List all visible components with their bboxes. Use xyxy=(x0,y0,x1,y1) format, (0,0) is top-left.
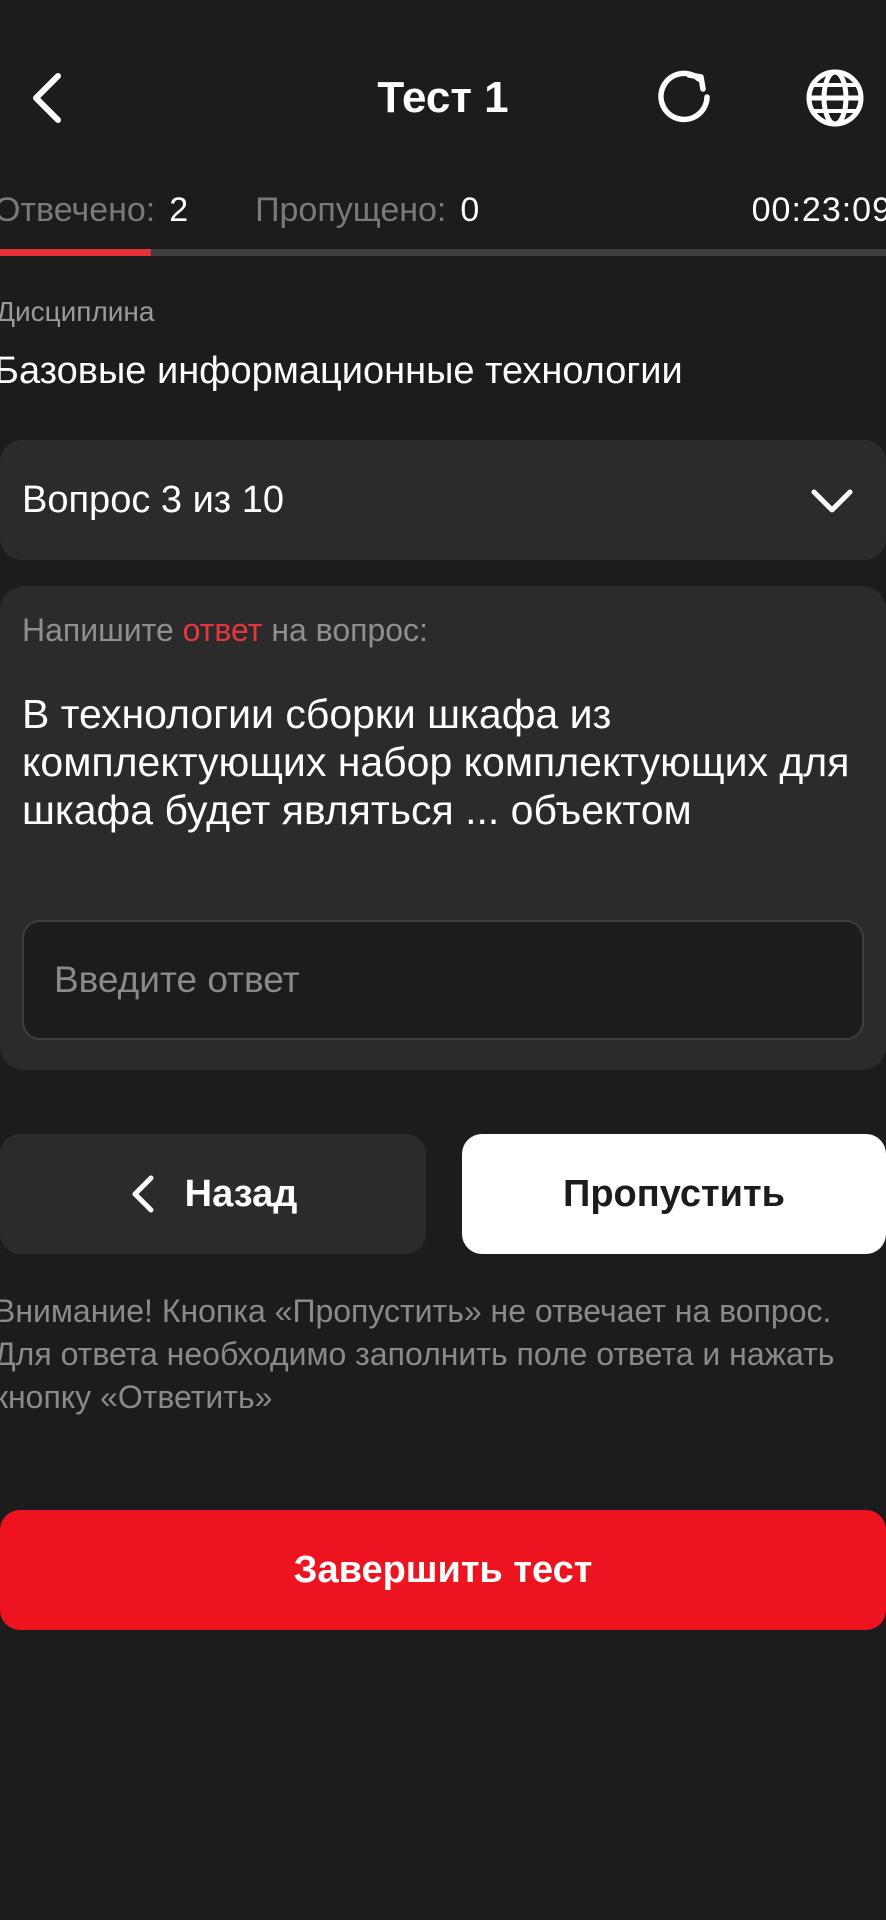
finish-test-button[interactable]: Завершить тест xyxy=(0,1510,886,1630)
answered-label: Отвечено: xyxy=(0,191,156,229)
timer: 00:23:09 xyxy=(751,191,886,229)
question-number: Вопрос 3 из 10 xyxy=(22,479,285,521)
progress-bar xyxy=(0,249,886,256)
chevron-down-icon xyxy=(811,489,853,513)
skip-button[interactable]: Пропустить xyxy=(462,1134,886,1254)
back-button-label: Назад xyxy=(184,1172,298,1215)
globe-icon xyxy=(806,69,864,127)
discipline-label: Дисциплина xyxy=(0,296,155,327)
language-button[interactable] xyxy=(799,62,871,134)
skipped-label: Пропущено: xyxy=(255,191,447,229)
prompt-accent: ответ xyxy=(182,612,263,648)
skipped-count: 0 xyxy=(460,191,480,229)
prompt-text: Напишите xyxy=(22,612,183,648)
page-title: Тест 1 xyxy=(377,73,509,122)
progress-stats: Отвечено: 2 Пропущено: 0 xyxy=(0,186,479,234)
refresh-button[interactable] xyxy=(650,62,722,134)
answer-input[interactable] xyxy=(22,920,864,1040)
refresh-icon xyxy=(658,70,710,123)
skip-button-label: Пропустить xyxy=(563,1172,785,1215)
progress-bar-fill xyxy=(0,249,151,256)
prompt-text-end: на вопрос: xyxy=(262,612,428,648)
question-selector[interactable]: Вопрос 3 из 10 xyxy=(0,440,886,560)
finish-button-label: Завершить тест xyxy=(293,1548,593,1591)
question-card: Напишите ответ на вопрос: В технологии с… xyxy=(0,586,886,1070)
back-question-button[interactable]: Назад xyxy=(0,1134,426,1254)
question-text: В технологии сборки шкафа из комплектующ… xyxy=(22,691,850,833)
skip-notice: Внимание! Кнопка «Пропустить» не отвечае… xyxy=(0,1293,835,1415)
question-prompt: Напишите ответ на вопрос: xyxy=(22,612,428,649)
discipline-name: Базовые информационные технологии xyxy=(0,350,683,392)
chevron-left-icon xyxy=(132,1175,154,1213)
answered-count: 2 xyxy=(169,191,189,229)
